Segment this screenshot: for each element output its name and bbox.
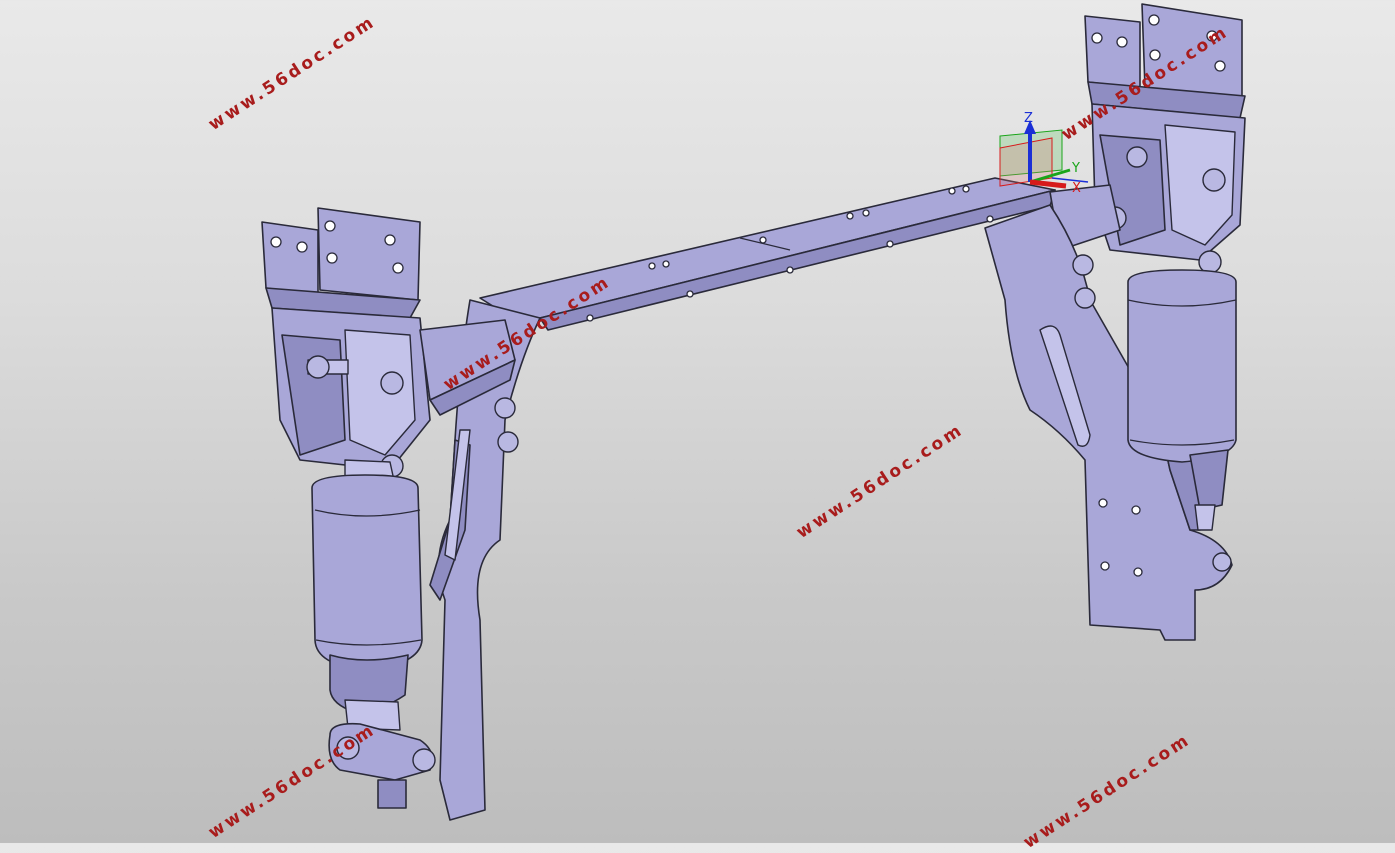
view-direction-icon xyxy=(1051,177,1089,183)
y-axis-label: Y xyxy=(1071,161,1080,176)
x-axis-icon xyxy=(1029,179,1067,189)
suspension-assembly-model[interactable] xyxy=(0,0,1395,843)
x-axis-label: X xyxy=(1072,181,1081,196)
z-axis-label: Z xyxy=(1024,111,1033,126)
cad-3d-viewport[interactable]: Z Y X www.56doc.com www.56doc.com www.56… xyxy=(0,0,1395,853)
